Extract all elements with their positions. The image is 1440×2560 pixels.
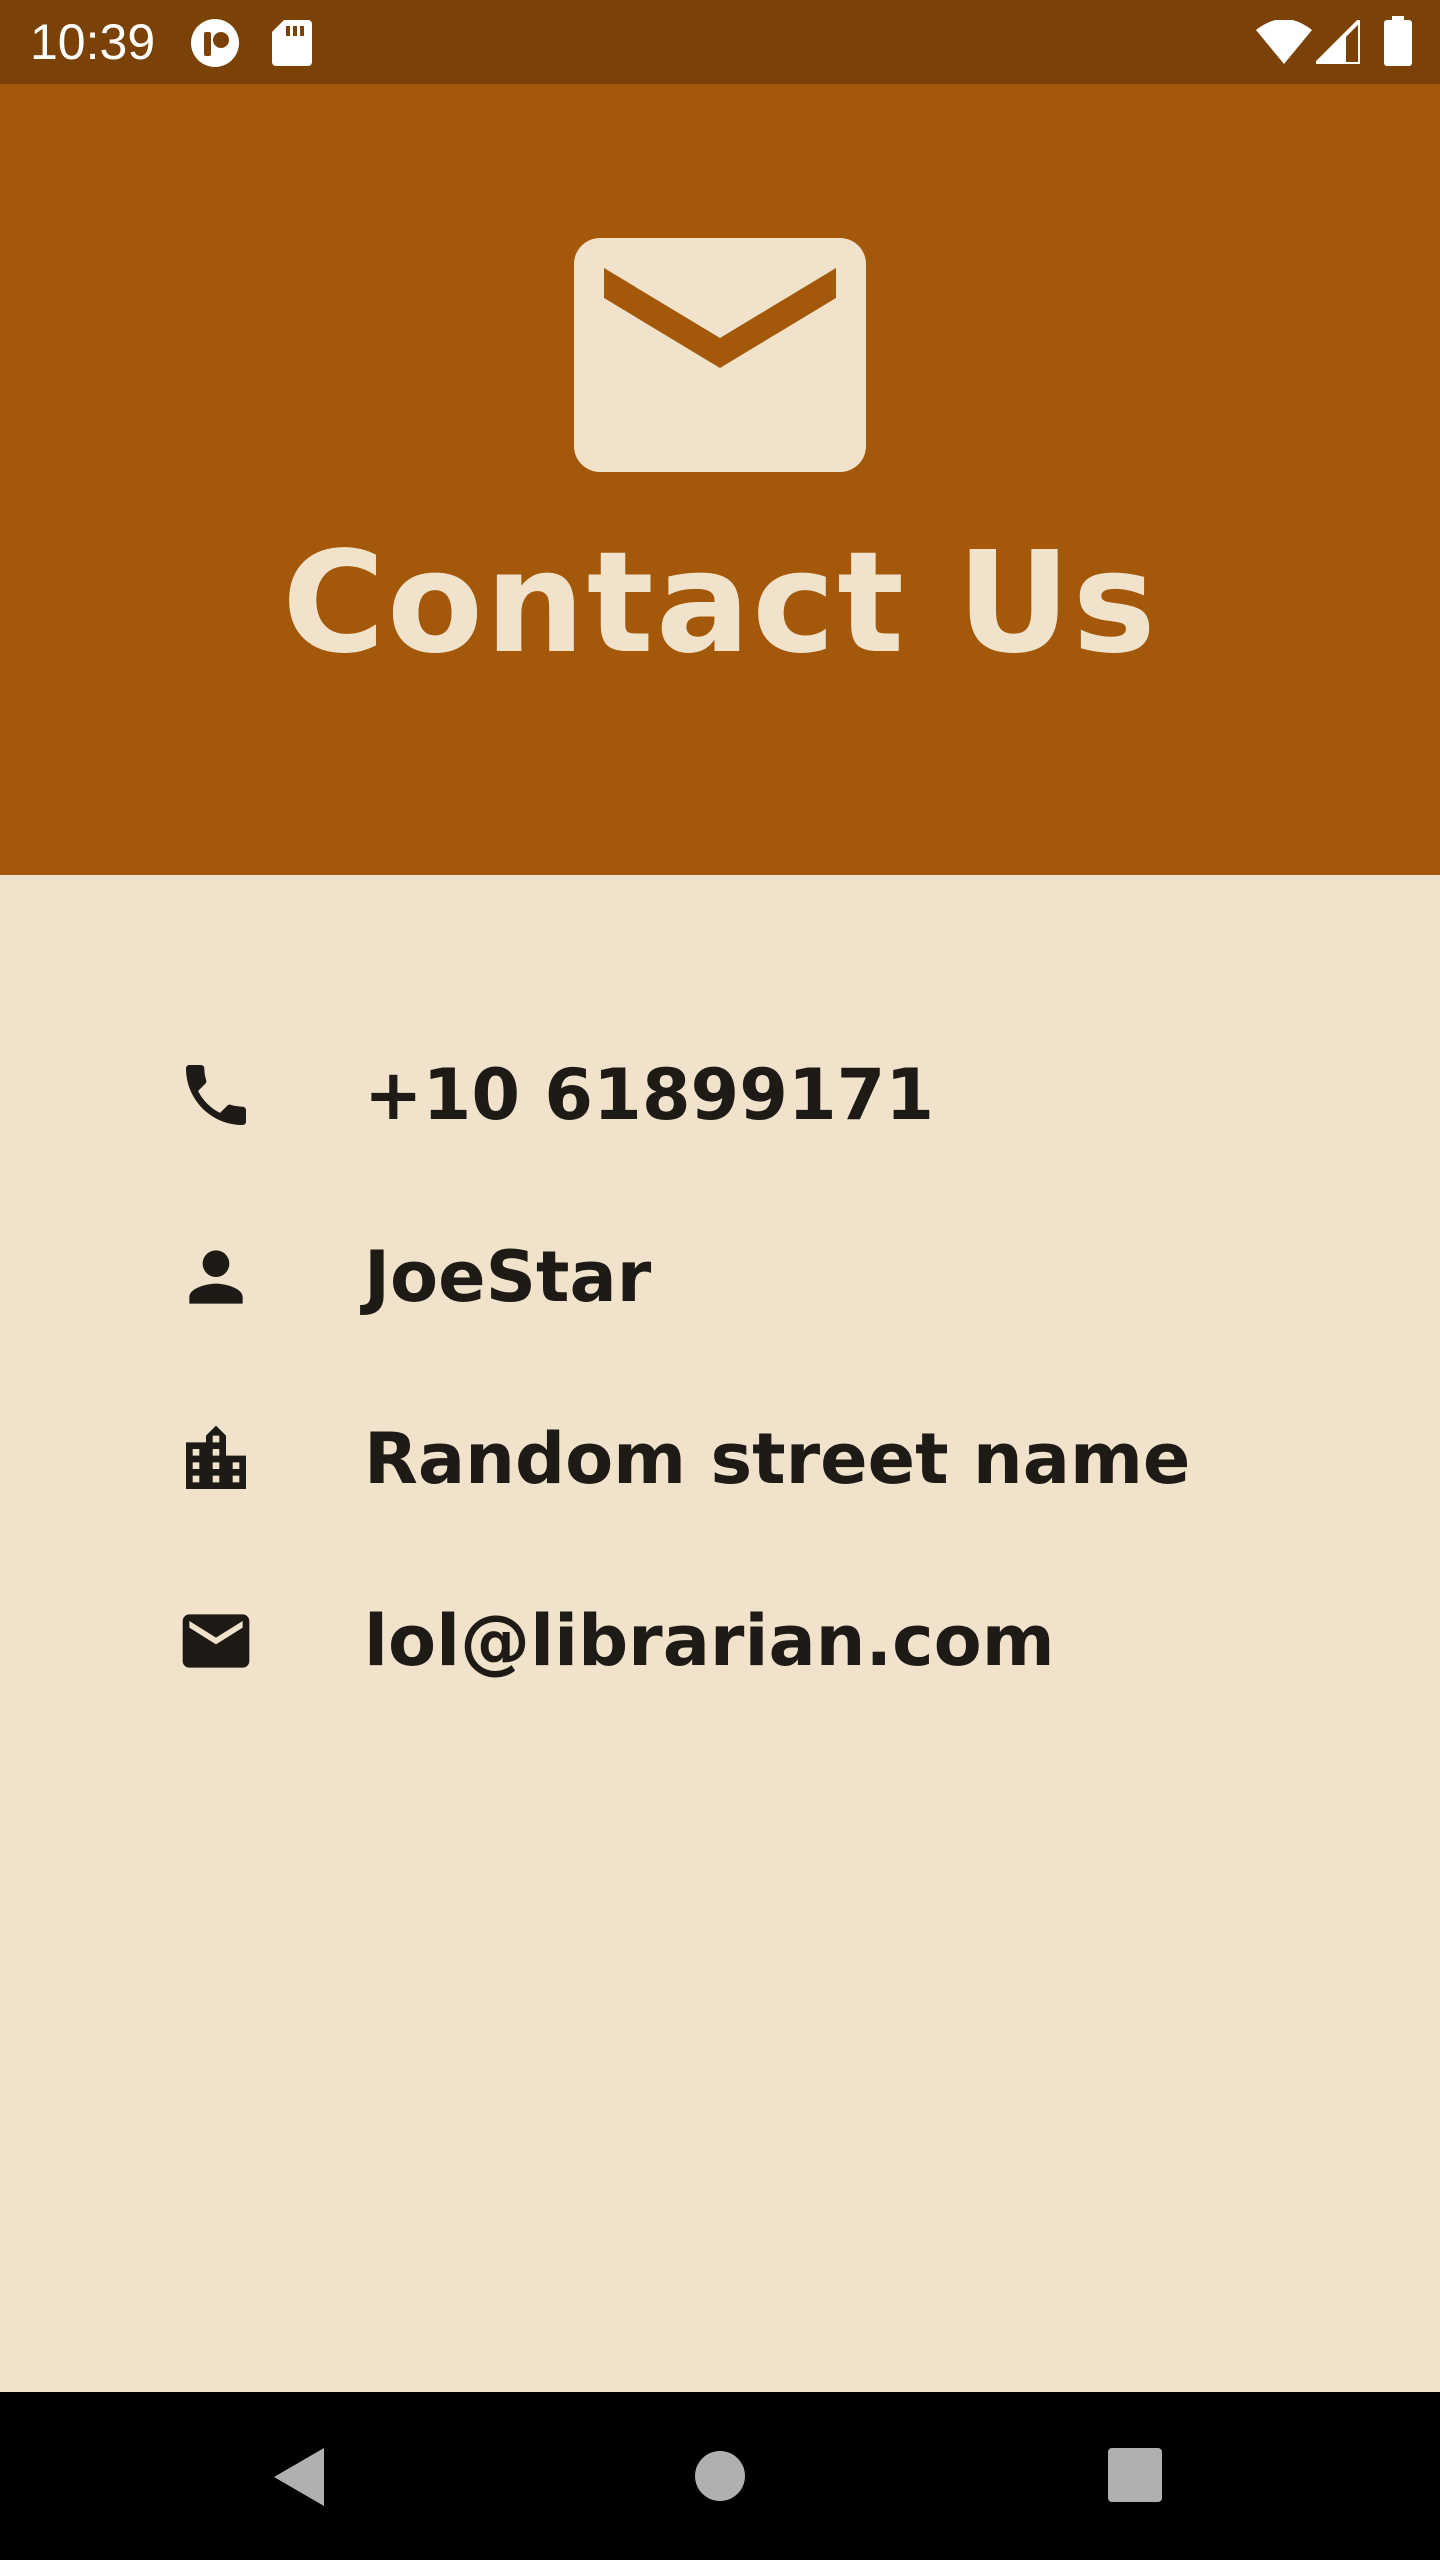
- back-icon[interactable]: [270, 2446, 330, 2508]
- battery-icon: [1384, 16, 1412, 66]
- contact-email-text: lol@librarian.com: [364, 1600, 1055, 1682]
- navigation-bar: [0, 2392, 1440, 2560]
- status-bar: 10:39: [0, 0, 1440, 84]
- status-time: 10:39: [30, 14, 156, 70]
- contact-list: +10 61899171 JoeStar Random street name …: [0, 875, 1440, 2392]
- contact-row-name[interactable]: JoeStar: [0, 1207, 1440, 1347]
- mail-icon: [574, 238, 866, 472]
- cell-signal-icon: [1311, 15, 1362, 66]
- contact-address-text: Random street name: [364, 1418, 1191, 1500]
- header: Contact Us: [0, 84, 1440, 875]
- notification-app-icon: [190, 18, 240, 68]
- contact-row-email[interactable]: lol@librarian.com: [0, 1571, 1440, 1711]
- contact-phone-text: +10 61899171: [364, 1054, 935, 1136]
- phone-icon: [176, 1055, 256, 1135]
- person-icon: [176, 1237, 256, 1317]
- wifi-icon: [1256, 19, 1312, 64]
- contact-row-address[interactable]: Random street name: [0, 1389, 1440, 1529]
- mail-icon: [176, 1601, 256, 1681]
- contact-row-phone[interactable]: +10 61899171: [0, 1025, 1440, 1165]
- contact-name-text: JoeStar: [364, 1236, 652, 1318]
- recents-icon[interactable]: [1108, 2448, 1162, 2502]
- building-icon: [176, 1419, 256, 1499]
- home-icon[interactable]: [694, 2450, 746, 2502]
- sd-card-icon: [272, 18, 312, 66]
- page-title: Contact Us: [282, 522, 1158, 685]
